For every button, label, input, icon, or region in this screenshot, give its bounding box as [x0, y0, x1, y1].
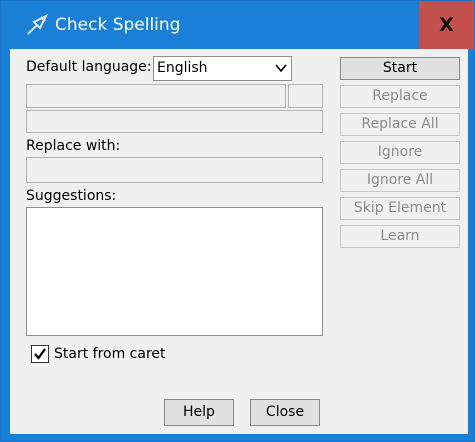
replace-button[interactable]: Replace — [340, 85, 460, 108]
help-button[interactable]: Help — [164, 399, 234, 426]
dialog-body: Default language: English Replace with: … — [10, 49, 468, 434]
word-count-field — [288, 84, 323, 108]
window-title: Check Spelling — [55, 15, 181, 35]
default-language-label: Default language: — [26, 59, 152, 75]
start-from-caret-checkbox[interactable] — [31, 345, 49, 363]
context-field — [26, 110, 323, 133]
language-select[interactable]: English — [153, 56, 292, 81]
check-spelling-dialog: Check Spelling X Default language: Engli… — [0, 0, 475, 442]
ignore-button[interactable]: Ignore — [340, 141, 460, 164]
title-bar[interactable]: Check Spelling X — [1, 1, 474, 49]
replace-with-label: Replace with: — [26, 138, 121, 154]
language-value: English — [157, 60, 208, 76]
start-from-caret-label: Start from caret — [54, 346, 166, 362]
misspelled-word-field — [26, 84, 286, 108]
suggestions-label: Suggestions: — [26, 188, 117, 204]
chevron-down-icon — [275, 64, 287, 73]
suggestions-list[interactable] — [26, 207, 323, 336]
close-button[interactable]: Close — [250, 399, 320, 426]
checkmark-icon — [34, 348, 46, 360]
skip-element-button[interactable]: Skip Element — [340, 197, 460, 220]
replace-with-input[interactable] — [26, 157, 323, 183]
start-button[interactable]: Start — [340, 57, 460, 80]
window-close-button[interactable]: X — [419, 1, 474, 49]
learn-button[interactable]: Learn — [340, 225, 460, 248]
app-icon — [27, 13, 49, 35]
ignore-all-button[interactable]: Ignore All — [340, 169, 460, 192]
replace-all-button[interactable]: Replace All — [340, 113, 460, 136]
